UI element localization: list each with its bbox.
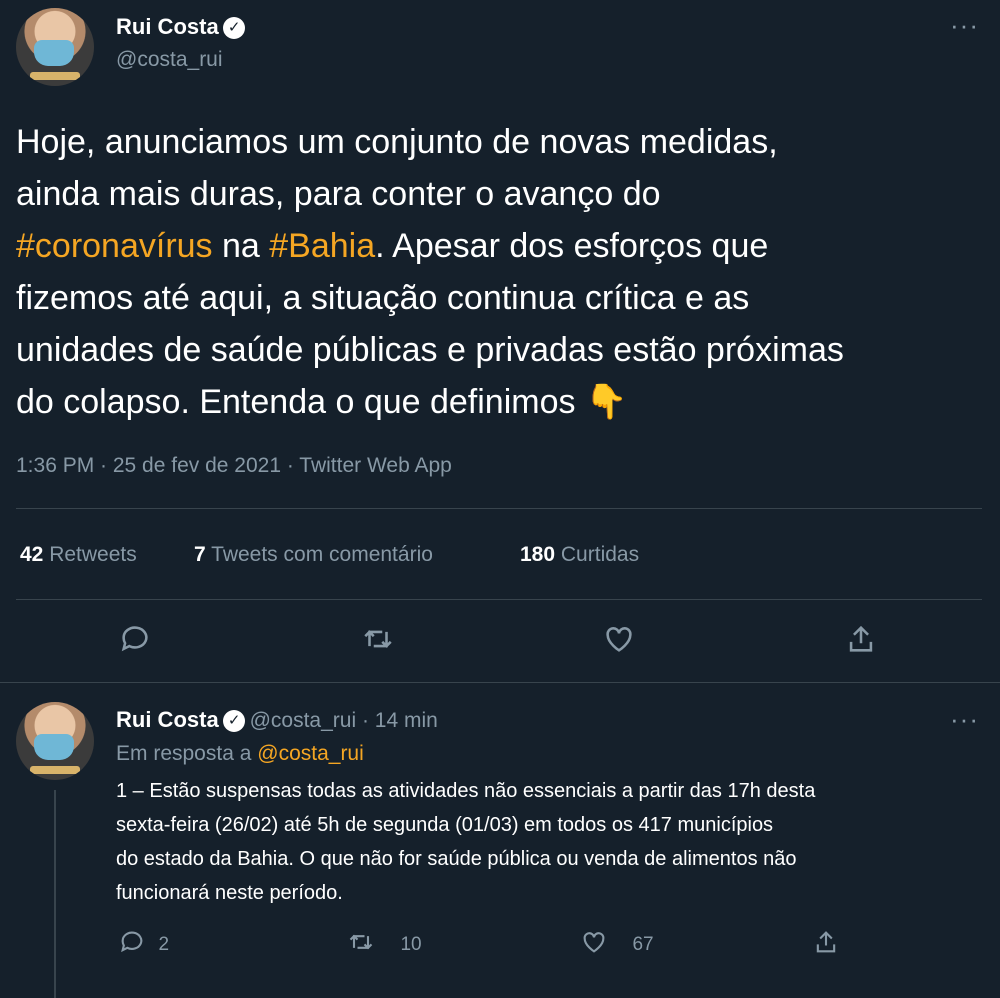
divider — [0, 682, 1000, 683]
likes-count: 180 — [520, 543, 556, 566]
more-icon[interactable]: ··· — [950, 10, 979, 41]
more-icon[interactable]: ··· — [950, 704, 979, 735]
retweet-count: 10 — [400, 934, 422, 955]
author-handle[interactable]: @costa_rui — [116, 48, 223, 72]
likes-stat[interactable]: 180 Curtidas — [520, 543, 639, 567]
share-icon[interactable] — [812, 928, 840, 961]
tweet-text-fragment: do colapso. Entenda o que definimos — [16, 383, 576, 421]
like-icon — [580, 928, 608, 961]
tweet-text-fragment: . Apesar dos esforços que — [375, 227, 769, 265]
hashtag-coronavirus[interactable]: #coronavírus — [16, 227, 213, 265]
divider — [16, 599, 982, 600]
reply-author-name[interactable]: Rui Costa — [116, 707, 219, 732]
face-mask-graphic — [34, 734, 74, 760]
tweet-text: Hoje, anunciamos um conjunto de novas me… — [16, 116, 991, 428]
verified-icon: ✓ — [223, 710, 246, 732]
verified-icon: ✓ — [223, 17, 246, 39]
reply-text-line: funcionará neste período. — [116, 882, 343, 904]
reply-button[interactable]: 2 — [118, 928, 169, 962]
retweets-count: 42 — [20, 543, 44, 566]
thread-line — [54, 790, 56, 998]
tweet-text-line: Hoje, anunciamos um conjunto de novas me… — [16, 123, 778, 161]
tweet-text-line: unidades de saúde públicas e privadas es… — [16, 331, 844, 369]
tweet-text-line: #coronavírus na #Bahia. Apesar dos esfor… — [16, 220, 991, 272]
reply-icon — [118, 928, 146, 961]
quote-tweets-label: Tweets com comentário — [211, 543, 433, 566]
avatar-ribbon-graphic — [30, 766, 80, 774]
reply-author-handle-time[interactable]: @costa_rui · 14 min — [250, 709, 438, 732]
retweets-stat[interactable]: 42 Retweets — [20, 543, 137, 567]
retweet-button[interactable]: 10 — [346, 928, 422, 962]
share-icon[interactable] — [843, 622, 879, 658]
tweet-text-line: ainda mais duras, para conter o avanço d… — [16, 175, 661, 213]
author-row: Rui Costa ✓ — [116, 14, 246, 40]
like-button[interactable]: 67 — [580, 928, 654, 962]
replying-to-handle[interactable]: @costa_rui — [257, 742, 364, 765]
pointing-down-emoji: 👇 — [584, 383, 628, 421]
like-count: 67 — [632, 934, 654, 955]
tweet-text-fragment: na — [212, 227, 270, 265]
reply-icon[interactable] — [117, 622, 153, 658]
avatar-ribbon-graphic — [30, 72, 80, 80]
quote-tweets-count: 7 — [194, 543, 206, 566]
quote-tweets-stat[interactable]: 7 Tweets com comentário — [194, 543, 433, 567]
reply-text-line: 1 – Estão suspensas todas as atividades … — [116, 780, 816, 802]
reply-text-line: do estado da Bahia. O que não for saúde … — [116, 848, 797, 870]
face-mask-graphic — [34, 40, 74, 66]
tweet-timestamp[interactable]: 1:36 PM · 25 de fev de 2021 · Twitter We… — [16, 454, 452, 478]
author-name[interactable]: Rui Costa — [116, 14, 219, 39]
reply-text: 1 – Estão suspensas todas as atividades … — [116, 774, 996, 910]
divider — [16, 508, 982, 509]
retweet-icon — [346, 928, 376, 961]
tweet-text-line: do colapso. Entenda o que definimos 👇 — [16, 376, 991, 428]
retweets-label: Retweets — [49, 543, 137, 566]
reply-text-line: sexta-feira (26/02) até 5h de segunda (0… — [116, 814, 774, 836]
reply-avatar[interactable] — [16, 702, 94, 780]
replying-to: Em resposta a @costa_rui — [116, 742, 364, 766]
reply-count: 2 — [158, 934, 170, 955]
hashtag-bahia[interactable]: #Bahia — [269, 227, 375, 265]
tweet-text-line: fizemos até aqui, a situação continua cr… — [16, 279, 750, 317]
reply-author-row: Rui Costa ✓ @costa_rui · 14 min — [116, 707, 438, 733]
retweet-icon[interactable] — [360, 622, 396, 658]
replying-to-label: Em resposta a — [116, 742, 252, 765]
avatar[interactable] — [16, 8, 94, 86]
likes-label: Curtidas — [560, 543, 640, 566]
like-icon[interactable] — [601, 622, 637, 658]
